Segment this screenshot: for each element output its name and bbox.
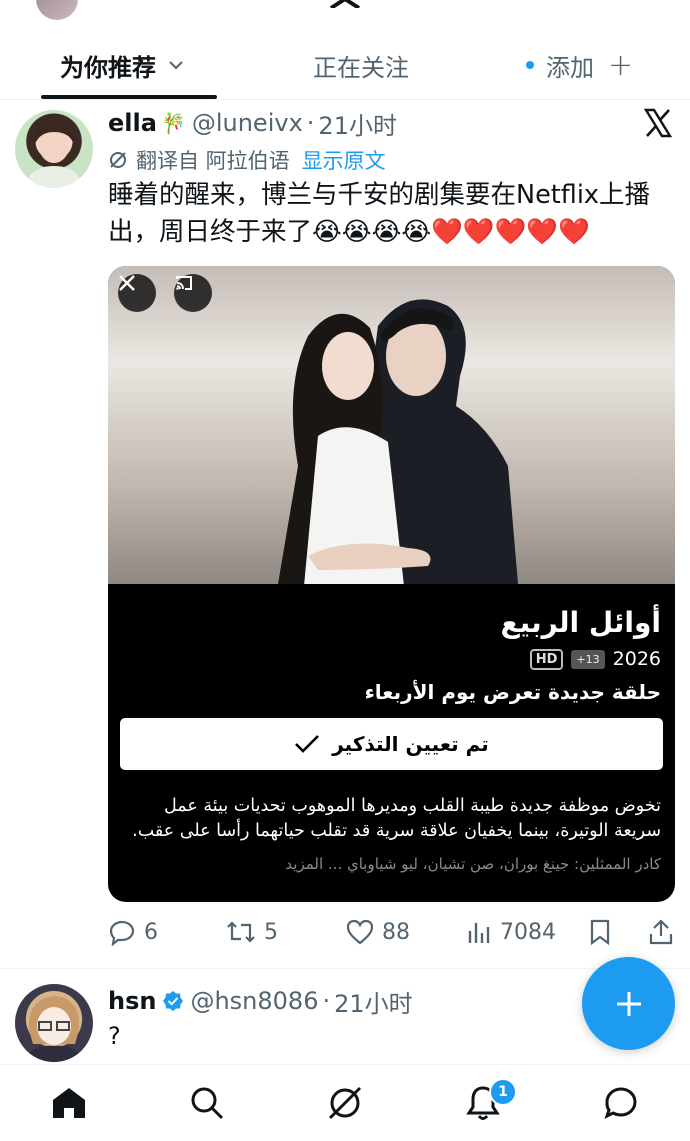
grok-icon — [328, 1086, 362, 1120]
show-original-link[interactable]: 显示原文 — [302, 145, 386, 175]
author-handle[interactable]: @luneivx — [192, 109, 303, 137]
close-icon — [119, 275, 135, 291]
like-icon — [346, 919, 374, 945]
chevron-down-icon — [169, 61, 183, 70]
tweet-header: ella 🎋 @luneivx · 21小时 — [108, 106, 397, 140]
messages-icon — [604, 1087, 637, 1119]
avatar[interactable] — [15, 984, 93, 1062]
active-tab-indicator — [41, 95, 217, 99]
timeline-tabs: 为你推荐 正在关注 添加 + — [0, 30, 690, 100]
tab-following-label: 正在关注 — [313, 53, 409, 82]
name-emoji: 🎋 — [160, 111, 186, 135]
timestamp[interactable]: 21小时 — [334, 984, 413, 1019]
separator: · — [322, 987, 331, 1015]
bottom-navigation — [0, 1064, 690, 1141]
search-icon — [191, 1087, 224, 1120]
views-button[interactable]: 7084 — [466, 912, 556, 952]
plus-icon: + — [608, 47, 634, 83]
cast-icon — [176, 276, 192, 290]
remind-me-label: تم تعيين التذكير — [332, 732, 489, 756]
view-count: 7084 — [500, 919, 556, 945]
reply-icon — [109, 920, 135, 946]
poster-image[interactable] — [108, 266, 675, 584]
show-title: أوائل الربيع — [500, 606, 661, 639]
nav-messages[interactable] — [601, 1083, 641, 1123]
like-count: 88 — [382, 919, 410, 945]
tab-following[interactable]: 正在关注 — [313, 30, 409, 100]
quality-badge: HD — [529, 648, 564, 670]
translation-info: 翻译自 阿拉伯语 显示原文 — [108, 145, 386, 175]
x-logo-icon[interactable] — [643, 108, 673, 138]
cast-button[interactable] — [174, 274, 212, 312]
tweet-header: hsn @hsn8086 · 21小时 — [108, 984, 413, 1018]
share-icon — [649, 919, 673, 945]
retweet-icon — [227, 921, 255, 943]
nav-grok[interactable] — [325, 1083, 365, 1123]
verified-icon — [163, 991, 184, 1011]
compose-icon — [616, 991, 641, 1016]
home-icon — [53, 1088, 85, 1118]
notification-badge: 1 — [489, 1078, 517, 1106]
show-description: تخوض موظفة جديدة طيبة القلب ومديرها المو… — [132, 796, 661, 841]
new-episode-label: حلقة جديدة تعرض يوم الأربعاء — [364, 680, 661, 704]
tweet-text: ? — [108, 1022, 121, 1050]
bookmark-icon — [590, 919, 610, 946]
translate-icon — [110, 152, 126, 168]
author-name[interactable]: ella — [108, 109, 157, 137]
tab-add-label: 添加 — [546, 53, 594, 82]
x-logo-icon — [329, 0, 361, 8]
retweet-button[interactable]: 5 — [226, 912, 278, 952]
tweet-text: 睡着的醒来，博兰与千安的剧集要在Netflix上播出，周日终于来了😭😭😭😭❤️❤… — [108, 180, 651, 247]
translated-from-label: 翻译自 阿拉伯语 — [136, 149, 290, 173]
checkmark-icon — [295, 735, 320, 753]
reply-button[interactable]: 6 — [108, 912, 158, 952]
tweet-divider — [0, 968, 690, 969]
timestamp[interactable]: 21小时 — [318, 106, 397, 141]
remind-me-button[interactable]: تم تعيين التذكير — [120, 718, 663, 770]
cast-list[interactable]: كادر الممثلين: جينغ بوران، صن تشيان، ليو… — [121, 855, 661, 873]
age-rating-badge: +13 — [571, 649, 605, 669]
retweet-count: 5 — [264, 919, 278, 945]
tab-for-you-label: 为你推荐 — [60, 53, 156, 82]
tweet-actions: 6 5 88 7084 — [108, 912, 678, 952]
media-card[interactable]: أوائل الربيع HD +13 2026 حلقة جديدة تعرض… — [108, 266, 675, 902]
like-button[interactable]: 88 — [346, 912, 410, 952]
share-button[interactable] — [648, 912, 674, 952]
close-button[interactable] — [118, 274, 156, 312]
compose-button[interactable] — [582, 957, 675, 1050]
bookmark-button[interactable] — [588, 912, 612, 952]
views-icon — [468, 923, 490, 943]
show-meta: HD +13 2026 — [529, 648, 661, 670]
nav-search[interactable] — [187, 1083, 227, 1123]
reply-count: 6 — [144, 919, 158, 945]
author-handle[interactable]: @hsn8086 — [190, 987, 318, 1015]
tab-for-you[interactable]: 为你推荐 — [60, 30, 184, 100]
avatar[interactable] — [15, 110, 93, 188]
release-year: 2026 — [612, 648, 661, 670]
author-name[interactable]: hsn — [108, 987, 156, 1015]
separator: · — [306, 109, 315, 137]
nav-home[interactable] — [49, 1083, 89, 1123]
account-avatar[interactable] — [36, 0, 78, 20]
unread-dot — [526, 61, 534, 69]
tab-add[interactable]: 添加 + — [526, 30, 633, 100]
